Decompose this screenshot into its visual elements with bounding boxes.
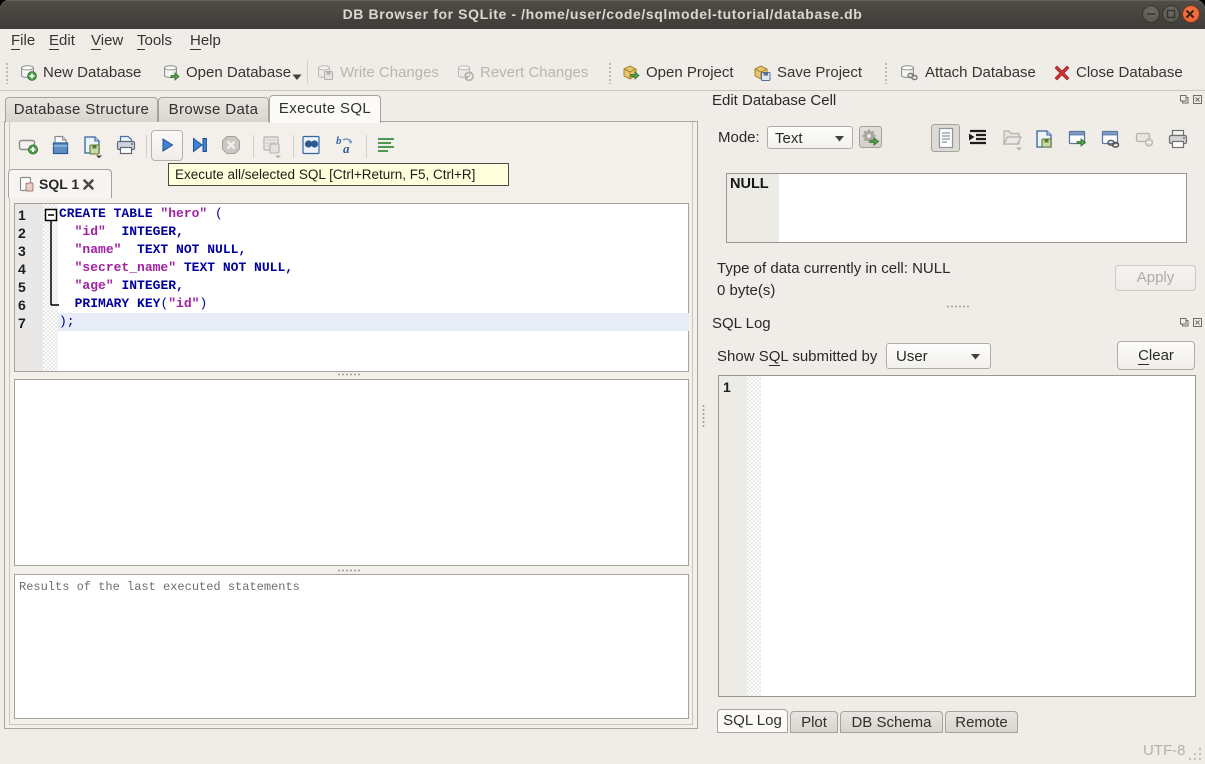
svg-text:b: b bbox=[336, 135, 342, 147]
svg-text:a: a bbox=[343, 141, 350, 156]
